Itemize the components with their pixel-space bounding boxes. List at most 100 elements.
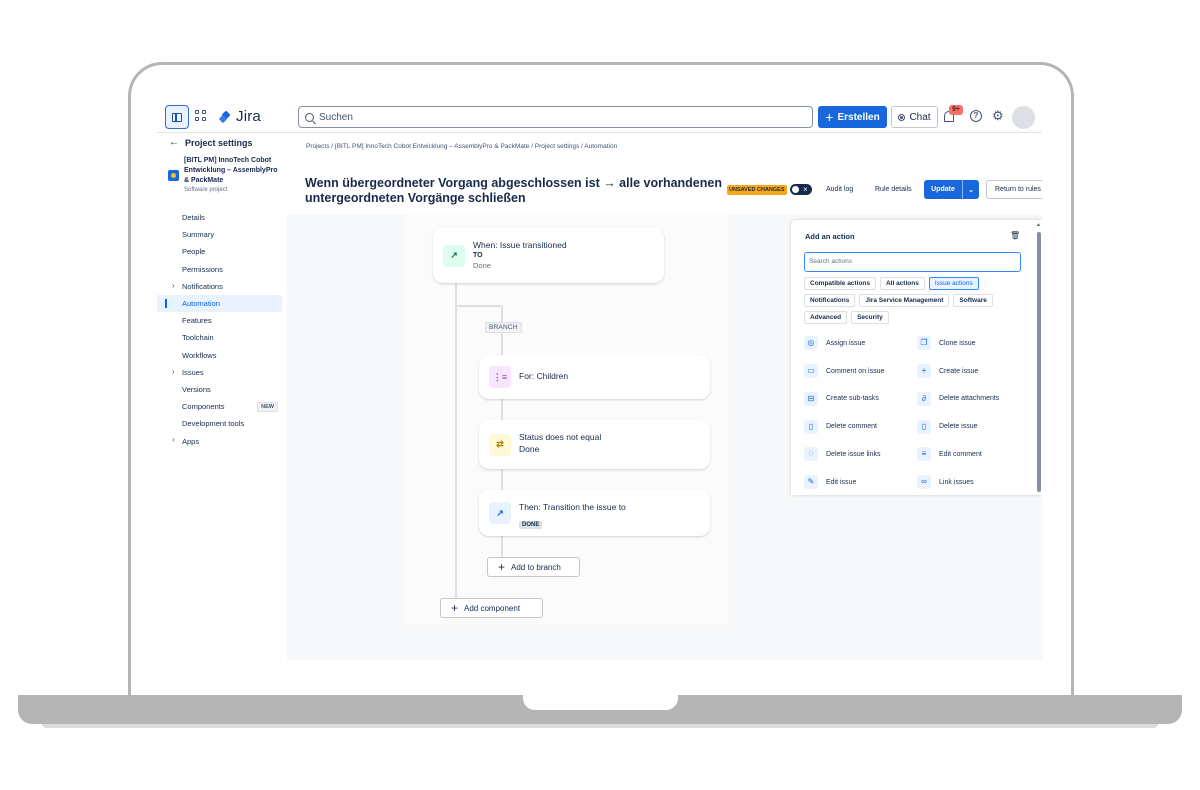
action-assign-issue[interactable]: ◎ Assign issue bbox=[804, 334, 917, 353]
trigger-card[interactable]: ↗ When: Issue transitioned TO Done bbox=[433, 228, 664, 283]
unsaved-changes-badge: UNSAVED CHANGES bbox=[727, 185, 787, 195]
panel-title: Add an action bbox=[805, 232, 855, 241]
trigger-transition-icon: ↗ bbox=[443, 244, 465, 267]
sidebar-toggle-button[interactable] bbox=[165, 105, 189, 129]
rule-enabled-toggle[interactable] bbox=[790, 184, 812, 195]
update-button[interactable]: Update ⌄ bbox=[924, 180, 979, 199]
sidebar-item-label: Components bbox=[182, 402, 225, 412]
chat-button[interactable]: Chat bbox=[891, 106, 938, 128]
add-to-branch-button[interactable]: + Add to branch bbox=[487, 557, 580, 577]
back-to-project-link[interactable]: ← Project settings bbox=[169, 137, 253, 148]
condition-title: Status does not equal bbox=[519, 432, 602, 442]
project-name: [BITL PM] InnoTech Cobot Entwicklung – A… bbox=[184, 157, 278, 184]
sidebar-item-features[interactable]: Features bbox=[157, 312, 282, 329]
trigger-to-label: TO bbox=[473, 252, 483, 259]
sidebar-item-workflows[interactable]: Workflows bbox=[157, 347, 282, 364]
add-action-panel: Add an action 🗑 Search actions Compatibl… bbox=[791, 220, 1042, 495]
sidebar-item-components[interactable]: Components NEW bbox=[157, 398, 282, 415]
sidebar-item-label: Workflows bbox=[182, 350, 217, 360]
sidebar-item-development-tools[interactable]: Development tools bbox=[157, 415, 282, 432]
audit-log-link[interactable]: Audit log bbox=[826, 186, 853, 193]
trigger-title: When: Issue transitioned bbox=[473, 240, 567, 250]
branch-card[interactable]: ⋮≡ For: Children bbox=[479, 355, 710, 399]
filter-advanced[interactable]: Advanced bbox=[804, 311, 848, 324]
action-list: ◎ Assign issue ❐ Clone issue ▭ Comment on i… bbox=[804, 334, 1034, 491]
panel-scrollbar[interactable] bbox=[1037, 232, 1041, 492]
action-label: Edit comment bbox=[939, 450, 982, 458]
sidebar-item-issues[interactable]: › Issues bbox=[157, 364, 282, 381]
jira-logo-icon bbox=[218, 110, 231, 124]
filter-software[interactable]: Software bbox=[953, 294, 993, 307]
filter-jira-service-management[interactable]: Jira Service Management bbox=[859, 294, 950, 307]
user-avatar[interactable] bbox=[1012, 106, 1035, 129]
action-link-issues[interactable]: ∞ Link issues bbox=[917, 473, 1030, 492]
sidebar-item-label: People bbox=[182, 247, 206, 257]
chevron-right-icon: › bbox=[172, 366, 175, 376]
sidebar-item-people[interactable]: People bbox=[157, 243, 282, 260]
action-comment-on-issue[interactable]: ▭ Comment on issue bbox=[804, 362, 917, 381]
chevron-right-icon: › bbox=[172, 435, 175, 445]
comment-edit-icon: ≡ bbox=[917, 447, 931, 462]
action-delete-issue-links[interactable]: ◌ Delete issue links bbox=[804, 445, 917, 464]
action-create-sub-tasks[interactable]: ⊟ Create sub-tasks bbox=[804, 390, 917, 409]
update-label: Update bbox=[931, 186, 955, 193]
new-badge: NEW bbox=[257, 402, 278, 413]
project-type: Software project bbox=[184, 187, 228, 193]
sidebar-item-automation[interactable]: Automation bbox=[157, 294, 282, 313]
rule-title[interactable]: Wenn übergeordneter Vorgang abgeschlosse… bbox=[305, 176, 725, 205]
project-sidebar: ← Project settings [BITL PM] InnoTech Co… bbox=[157, 133, 287, 660]
action-delete-issue[interactable]: ▯ Delete issue bbox=[917, 417, 1030, 436]
arrow-left-icon: ← bbox=[169, 137, 179, 148]
action-label: Delete issue bbox=[939, 423, 978, 431]
condition-card[interactable]: ⇄ Status does not equal Done bbox=[479, 420, 710, 469]
sidebar-item-summary[interactable]: Summary bbox=[157, 226, 282, 243]
action-create-issue[interactable]: + Create issue bbox=[917, 362, 1030, 381]
action-label: Clone issue bbox=[939, 339, 976, 347]
search-placeholder: Suchen bbox=[319, 111, 353, 123]
sidebar-item-label: Notifications bbox=[182, 281, 223, 291]
sidebar-item-toolchain[interactable]: Toolchain bbox=[157, 329, 282, 346]
help-icon[interactable]: ? bbox=[970, 110, 982, 122]
action-card[interactable]: ↗ Then: Transition the issue to DONE bbox=[479, 490, 710, 536]
search-actions-input[interactable]: Search actions bbox=[804, 252, 1021, 272]
action-label: Create issue bbox=[939, 367, 979, 375]
rule-details-link[interactable]: Rule details bbox=[875, 186, 912, 193]
trash-icon: ▯ bbox=[804, 419, 818, 434]
filter-compatible-actions[interactable]: Compatible actions bbox=[804, 277, 876, 290]
sidebar-item-versions[interactable]: Versions bbox=[157, 381, 282, 398]
action-label: Delete issue links bbox=[826, 450, 881, 458]
sidebar-item-label: Permissions bbox=[182, 264, 223, 274]
sidebar-item-permissions[interactable]: Permissions bbox=[157, 261, 282, 278]
return-to-rules-button[interactable]: Return to rules bbox=[986, 180, 1042, 199]
filter-notifications[interactable]: Notifications bbox=[804, 294, 856, 307]
unlink-icon: ◌ bbox=[804, 447, 818, 462]
add-component-button[interactable]: + Add component bbox=[440, 598, 543, 618]
action-label: Delete attachments bbox=[939, 395, 1000, 403]
sidebar-item-notifications[interactable]: › Notifications bbox=[157, 278, 282, 295]
link-icon: ∞ bbox=[917, 475, 931, 490]
settings-gear-icon[interactable]: ⚙ bbox=[992, 109, 1004, 122]
action-delete-attachments[interactable]: ∂ Delete attachments bbox=[917, 390, 1030, 409]
sidebar-item-details[interactable]: Details bbox=[157, 209, 282, 226]
filter-security[interactable]: Security bbox=[851, 311, 889, 324]
create-button[interactable]: + Erstellen bbox=[818, 106, 887, 128]
connector-line bbox=[455, 283, 457, 599]
app-switcher-icon[interactable] bbox=[195, 110, 206, 121]
jira-screen: Jira Suchen + Erstellen Chat 9+ ? ⚙ ← Pr… bbox=[157, 100, 1042, 660]
action-label: Edit issue bbox=[826, 478, 857, 486]
action-edit-issue[interactable]: ✎ Edit issue bbox=[804, 473, 917, 492]
sidebar-item-apps[interactable]: › Apps bbox=[157, 432, 282, 449]
action-edit-comment[interactable]: ≡ Edit comment bbox=[917, 445, 1030, 464]
action-delete-comment[interactable]: ▯ Delete comment bbox=[804, 417, 917, 436]
breadcrumb[interactable]: Projects / [BITL PM] InnoTech Cobot Entw… bbox=[306, 143, 617, 150]
sidebar-item-label: Development tools bbox=[182, 419, 245, 429]
jira-logo[interactable]: Jira bbox=[218, 108, 261, 125]
chevron-down-icon[interactable]: ⌄ bbox=[962, 180, 979, 199]
filter-issue-actions[interactable]: Issue actions bbox=[928, 277, 979, 290]
filter-all-actions[interactable]: All actions bbox=[879, 277, 925, 290]
back-label: Project settings bbox=[185, 137, 253, 148]
search-input[interactable]: Suchen bbox=[298, 106, 813, 128]
action-clone-issue[interactable]: ❐ Clone issue bbox=[917, 334, 1030, 353]
scroll-up-arrow-icon[interactable]: ▲ bbox=[1036, 222, 1041, 228]
trash-icon[interactable]: 🗑 bbox=[1010, 231, 1020, 240]
